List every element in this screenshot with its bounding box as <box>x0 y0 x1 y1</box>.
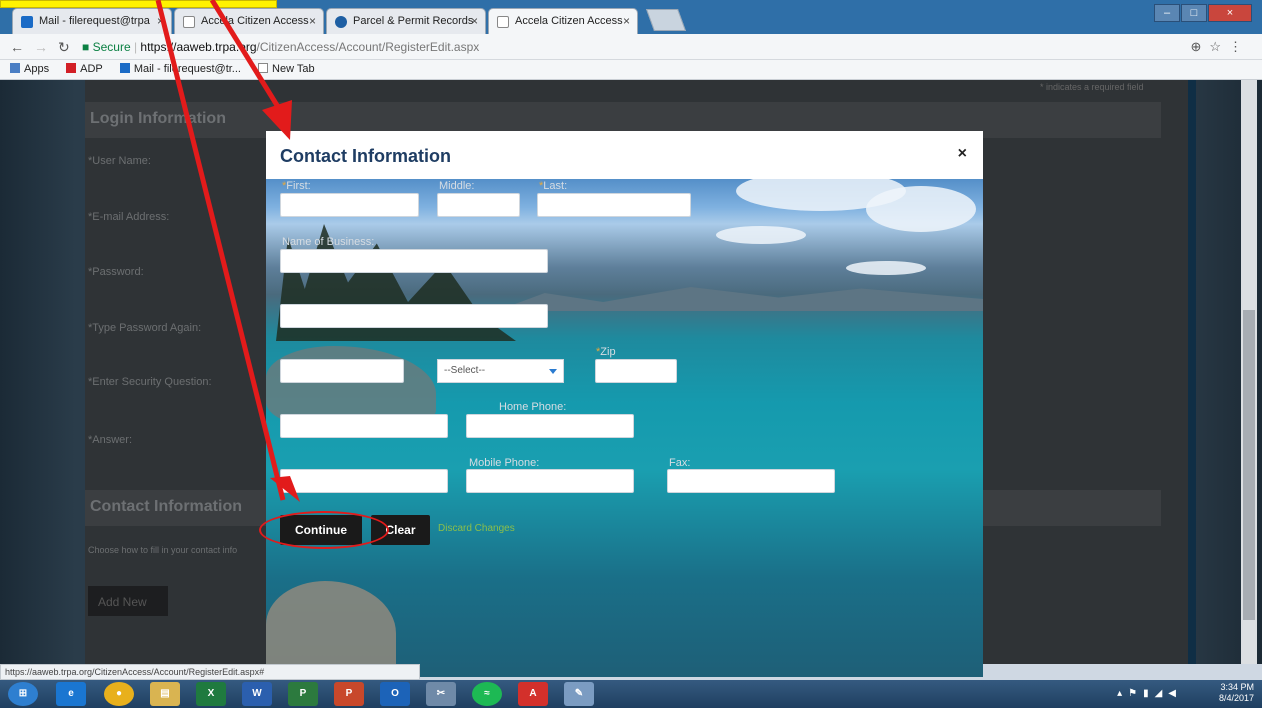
clock-time: 3:34 PM <box>1220 682 1254 692</box>
outlook-icon[interactable]: O <box>380 682 410 706</box>
windows-taskbar: ⊞ e ● ▤ X W P P O ✂ ≈ A ✎ ▴⚑▮◢◀ 3:34 PM … <box>0 680 1262 708</box>
powerpoint-icon[interactable]: P <box>334 682 364 706</box>
chrome-icon[interactable]: ● <box>104 682 134 706</box>
tab-accela-active[interactable]: Accela Citizen Access × <box>488 8 638 34</box>
annotation-arrows <box>155 0 300 502</box>
system-tray-icons[interactable]: ▴⚑▮◢◀ <box>1117 688 1182 699</box>
annotation-arrow-to-title <box>209 0 286 117</box>
project-icon[interactable]: P <box>288 682 318 706</box>
clock[interactable]: 3:34 PM 8/4/2017 <box>1219 682 1254 704</box>
arrow-head <box>262 100 292 140</box>
excel-icon[interactable]: X <box>196 682 226 706</box>
snipping-icon[interactable]: ✂ <box>426 682 456 706</box>
acrobat-icon[interactable]: A <box>518 682 548 706</box>
annotation-circle <box>259 511 389 549</box>
clock-date: 8/4/2017 <box>1218 693 1254 703</box>
ie-icon[interactable]: e <box>56 682 86 706</box>
annotation-arrow-to-continue <box>155 0 286 501</box>
word-icon[interactable]: W <box>242 682 272 706</box>
tab-close-icon[interactable]: × <box>623 14 630 28</box>
explorer-icon[interactable]: ▤ <box>150 682 180 706</box>
spotify-icon[interactable]: ≈ <box>472 682 502 706</box>
page-icon <box>497 16 509 28</box>
status-bar-url: https://aaweb.trpa.org/CitizenAccess/Acc… <box>0 664 420 680</box>
start-icon[interactable]: ⊞ <box>8 682 38 706</box>
tab-label: Accela Citizen Access <box>515 15 623 27</box>
paint-icon[interactable]: ✎ <box>564 682 594 706</box>
